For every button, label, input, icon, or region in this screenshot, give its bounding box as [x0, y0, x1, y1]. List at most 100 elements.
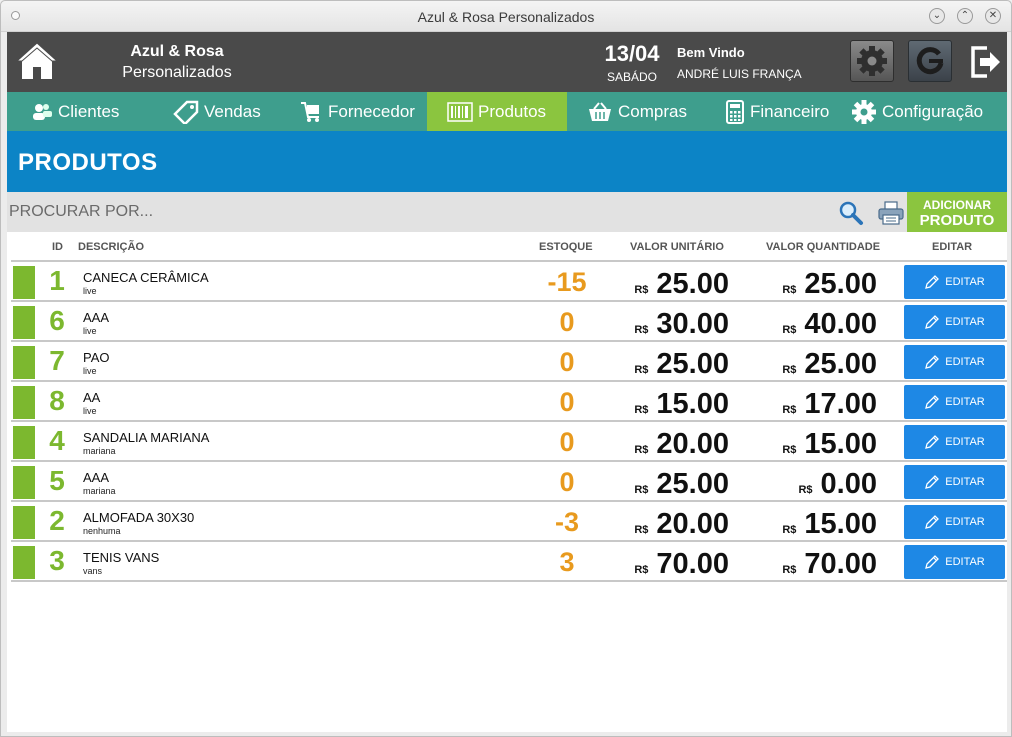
- row-id: 7: [49, 345, 65, 376]
- unit-price-value: 70.00: [656, 548, 729, 580]
- date-value: 13/04: [604, 41, 660, 66]
- currency-label: R$: [782, 324, 797, 336]
- row-category: vans: [83, 566, 103, 576]
- row-category: mariana: [83, 446, 116, 456]
- home-icon: [15, 42, 59, 79]
- edit-button[interactable]: EDITAR: [904, 305, 1005, 339]
- row-status-bar: [13, 426, 35, 459]
- row-description: TENIS VANS: [83, 550, 160, 565]
- row-status-bar: [13, 546, 35, 579]
- minimize-button[interactable]: ⌄: [929, 8, 945, 24]
- row-description: PAO: [83, 350, 110, 365]
- unit-price-value: 25.00: [656, 268, 729, 300]
- currency-label: R$: [634, 404, 649, 416]
- edit-button[interactable]: EDITAR: [904, 465, 1005, 499]
- gear-icon: [857, 46, 887, 76]
- row-id: 3: [49, 545, 65, 576]
- row-id: 1: [49, 265, 65, 296]
- row-description: AAA: [83, 310, 110, 325]
- basket-icon: [589, 101, 611, 121]
- logout-button[interactable]: [965, 40, 1009, 82]
- row-status-bar: [13, 466, 35, 499]
- nav-item-vendas[interactable]: Vendas: [173, 92, 293, 131]
- row-stock: 0: [559, 387, 575, 417]
- edit-button[interactable]: EDITAR: [904, 265, 1005, 299]
- unit-price-value: 20.00: [656, 428, 729, 460]
- edit-button[interactable]: EDITAR: [904, 425, 1005, 459]
- unit-price-value: 20.00: [656, 508, 729, 540]
- logout-icon: [971, 46, 1000, 78]
- pencil-icon: [925, 515, 940, 529]
- row-description: SANDALIA MARIANA: [83, 430, 210, 445]
- refresh-icon: [916, 47, 944, 75]
- row-qty-value: R$ 25.00: [757, 346, 877, 380]
- nav-item-produtos[interactable]: Produtos: [427, 92, 567, 131]
- top-header: Azul & Rosa Personalizados 13/04 SABÁDO …: [7, 32, 1007, 92]
- add-product-button[interactable]: ADICIONAR PRODUTO: [907, 192, 1007, 232]
- table-header: ID DESCRIÇÃO ESTOQUE VALOR UNITÁRIO VALO…: [7, 232, 1007, 261]
- col-id: ID: [52, 241, 63, 253]
- calculator-icon: [726, 99, 744, 124]
- qty-value: 40.00: [804, 308, 877, 340]
- weekday: SABÁDO: [606, 70, 657, 84]
- currency-label: R$: [782, 364, 797, 376]
- edit-label: EDITAR: [945, 436, 985, 448]
- table-row: 8 AA live 0 R$ 15.00 R$ 17.00 EDITAR: [7, 382, 1007, 422]
- row-divider: [11, 580, 1007, 582]
- nav-label: Fornecedor: [328, 101, 415, 121]
- edit-button[interactable]: EDITAR: [904, 385, 1005, 419]
- currency-label: R$: [634, 324, 649, 336]
- page-header: PRODUTOS: [7, 131, 1007, 192]
- print-button[interactable]: [877, 200, 905, 231]
- refresh-button[interactable]: [908, 40, 952, 82]
- app-content: Azul & Rosa Personalizados 13/04 SABÁDO …: [7, 32, 1007, 732]
- row-stock: -3: [554, 507, 579, 537]
- row-qty-value: R$ 15.00: [757, 506, 877, 540]
- window-titlebar: Azul & Rosa Personalizados ⌄ ⌃ ✕: [1, 1, 1011, 32]
- qty-value: 17.00: [804, 388, 877, 420]
- home-button[interactable]: [15, 41, 59, 81]
- nav-item-compras[interactable]: Compras: [587, 92, 707, 131]
- pencil-icon: [925, 435, 940, 449]
- currency-label: R$: [798, 484, 813, 496]
- welcome-block: Bem Vindo ANDRÉ LUIS FRANÇA: [677, 45, 802, 81]
- qty-value: 15.00: [804, 508, 877, 540]
- row-unit-price: R$ 25.00: [607, 266, 729, 300]
- cart-icon: [301, 101, 319, 122]
- row-unit-price: R$ 20.00: [607, 506, 729, 540]
- close-button[interactable]: ✕: [985, 8, 1001, 24]
- row-stock: 0: [559, 467, 575, 497]
- row-category: nenhuma: [83, 526, 121, 536]
- edit-button[interactable]: EDITAR: [904, 345, 1005, 379]
- currency-label: R$: [634, 484, 649, 496]
- pencil-icon: [925, 555, 940, 569]
- edit-button[interactable]: EDITAR: [904, 505, 1005, 539]
- search-input[interactable]: [7, 198, 507, 226]
- settings-button[interactable]: [850, 40, 894, 82]
- add-product-label-2: PRODUTO: [919, 212, 995, 229]
- nav-label: Vendas: [204, 101, 261, 121]
- unit-price-value: 30.00: [656, 308, 729, 340]
- nav-item-clientes[interactable]: Clientes: [31, 92, 159, 131]
- pencil-icon: [925, 355, 940, 369]
- nav-item-fornecedor[interactable]: Fornecedor: [299, 92, 427, 131]
- maximize-button[interactable]: ⌃: [957, 8, 973, 24]
- nav-item-configuracao[interactable]: Configuração: [851, 92, 1007, 131]
- main-nav: Clientes Vendas Fornecedor Produtos Comp…: [7, 92, 1007, 131]
- edit-button[interactable]: EDITAR: [904, 545, 1005, 579]
- nav-item-financeiro[interactable]: Financeiro: [725, 92, 845, 131]
- row-unit-price: R$ 25.00: [607, 346, 729, 380]
- table-row: 2 ALMOFADA 30X30 nenhuma -3 R$ 20.00 R$ …: [7, 502, 1007, 542]
- barcode-icon: [447, 101, 473, 122]
- row-stock: 0: [559, 347, 575, 377]
- col-estoque: ESTOQUE: [539, 241, 593, 253]
- row-qty-value: R$ 17.00: [757, 386, 877, 420]
- row-status-bar: [13, 306, 35, 339]
- row-status-bar: [13, 266, 35, 299]
- edit-label: EDITAR: [945, 556, 985, 568]
- table-row: 1 CANECA CERÂMICA live -15 R$ 25.00 R$ 2…: [7, 262, 1007, 302]
- qty-value: 25.00: [804, 268, 877, 300]
- row-qty-value: R$ 25.00: [757, 266, 877, 300]
- search-button[interactable]: [838, 200, 864, 231]
- qty-value: 25.00: [804, 348, 877, 380]
